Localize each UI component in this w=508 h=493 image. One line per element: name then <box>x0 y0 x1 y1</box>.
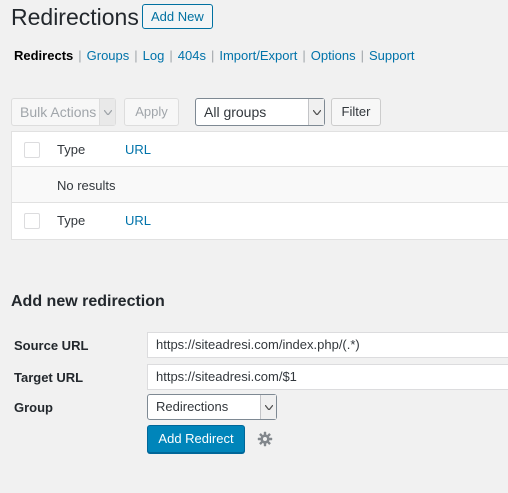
column-header-type[interactable]: Type <box>57 142 85 157</box>
nav-separator: | <box>210 48 215 63</box>
redirects-table: Type URL No results Type URL <box>11 131 508 240</box>
nav-item-groups[interactable]: Groups <box>87 48 130 63</box>
nav-item-redirects[interactable]: Redirects <box>14 48 73 63</box>
group-filter-value: All groups <box>204 104 267 120</box>
group-filter-select[interactable]: All groups <box>195 98 325 126</box>
chevron-down-icon <box>308 99 324 125</box>
no-results-text: No results <box>57 178 116 193</box>
page-title: Redirections <box>11 4 139 30</box>
nav-item-log[interactable]: Log <box>143 48 165 63</box>
nav-item-support[interactable]: Support <box>369 48 415 63</box>
nav-separator: | <box>169 48 173 63</box>
nav-separator: | <box>78 48 82 63</box>
nav-separator: | <box>360 48 364 63</box>
chevron-down-icon <box>260 395 276 419</box>
nav-item-404s[interactable]: 404s <box>178 48 206 63</box>
nav-separator: | <box>134 48 138 63</box>
gear-icon[interactable] <box>257 431 273 447</box>
nav-item-import-export[interactable]: Import/Export <box>219 48 297 63</box>
group-select-value: Redirections <box>156 399 229 414</box>
source-url-label: Source URL <box>14 338 89 353</box>
bulk-actions-value: Bulk Actions <box>20 104 97 120</box>
select-all-checkbox[interactable] <box>24 213 40 229</box>
group-label: Group <box>14 400 53 415</box>
nav-separator: | <box>302 48 306 63</box>
apply-button[interactable]: Apply <box>124 98 179 126</box>
column-footer-type[interactable]: Type <box>57 213 85 228</box>
target-url-label: Target URL <box>14 370 84 385</box>
bulk-actions-select[interactable]: Bulk Actions <box>11 98 116 126</box>
column-header-url[interactable]: URL <box>125 142 151 157</box>
column-footer-url[interactable]: URL <box>125 213 151 228</box>
table-row-empty: No results <box>12 167 508 203</box>
table-header-row: Type URL <box>12 132 508 167</box>
select-all-checkbox[interactable] <box>24 142 40 158</box>
nav-item-options[interactable]: Options <box>311 48 356 63</box>
add-redirect-button[interactable]: Add Redirect <box>147 425 245 453</box>
source-url-input[interactable]: https://siteadresi.com/index.php/(.*) <box>147 332 508 358</box>
table-footer-row: Type URL <box>12 203 508 240</box>
add-new-button[interactable]: Add New <box>142 4 213 29</box>
filter-button[interactable]: Filter <box>331 98 381 126</box>
subnav-menu: Redirects | Groups | Log | 404s | Import/Export |… <box>14 48 415 64</box>
redirection-admin-page: Redirections Add New Redirects | Groups | Lo… <box>0 0 508 493</box>
target-url-input[interactable]: https://siteadresi.com/$1 <box>147 364 508 390</box>
add-redirection-heading: Add new redirection <box>11 293 165 310</box>
group-select[interactable]: Redirections <box>147 394 277 420</box>
chevron-down-icon <box>99 99 115 125</box>
